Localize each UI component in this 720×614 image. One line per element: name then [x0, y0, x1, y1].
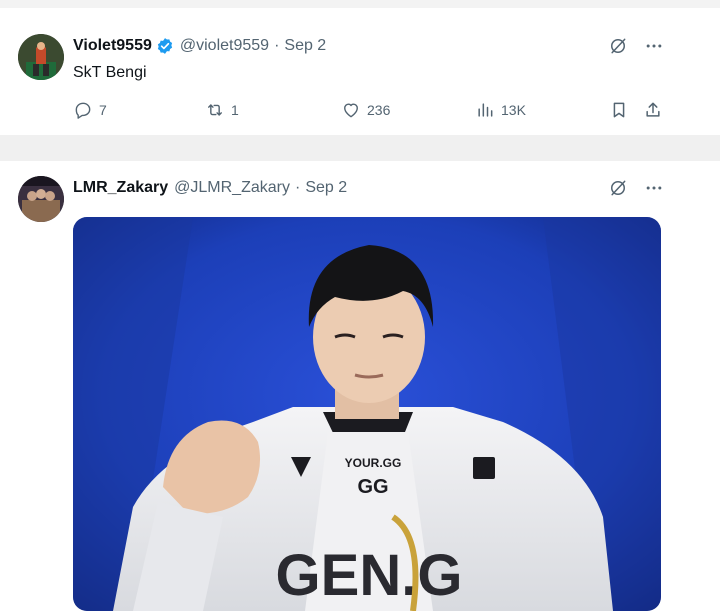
bookmark-icon — [613, 102, 625, 118]
tweet-header: LMR_Zakary @JLMR_Zakary · Sep 2 — [73, 178, 347, 198]
more-icon[interactable] — [644, 178, 664, 198]
tweet-lmr-zakary[interactable]: LMR_Zakary @JLMR_Zakary · Sep 2 GEN.G YO… — [0, 161, 680, 614]
handle[interactable]: @violet9559 — [180, 37, 269, 55]
reply-button[interactable]: 7 — [73, 100, 107, 120]
tweet-top-actions — [608, 36, 664, 56]
top-divider — [0, 0, 720, 8]
avatar[interactable] — [18, 176, 64, 222]
grok-icon[interactable] — [608, 178, 628, 198]
avatar-image — [18, 176, 64, 222]
tweet-text: SkT Bengi — [73, 64, 147, 81]
views-icon — [478, 103, 493, 117]
jersey-sponsor-text: GEN.G — [276, 543, 463, 608]
avatar-image — [18, 34, 64, 80]
player-photo: GEN.G YOUR.GG GG — [73, 217, 661, 611]
like-button[interactable]: 236 — [341, 100, 390, 120]
handle[interactable]: @JLMR_Zakary — [174, 179, 290, 197]
bookmark-button[interactable] — [609, 100, 629, 120]
grok-icon[interactable] — [608, 36, 628, 56]
tweet-violet9559[interactable]: Violet9559 @violet9559 · Sep 2 SkT Bengi… — [0, 8, 680, 135]
display-name[interactable]: LMR_Zakary — [73, 179, 168, 197]
avatar[interactable] — [18, 34, 64, 80]
separator-dot: · — [294, 179, 301, 196]
like-icon — [344, 103, 358, 118]
reply-count: 7 — [99, 102, 107, 118]
timestamp[interactable]: Sep 2 — [305, 179, 347, 197]
like-count: 236 — [367, 102, 391, 118]
tweet-header: Violet9559 @violet9559 · Sep 2 — [73, 36, 326, 56]
jersey-top-text: YOUR.GG — [345, 456, 402, 470]
separator-dot: · — [274, 37, 280, 54]
more-icon[interactable] — [644, 36, 664, 56]
share-button[interactable] — [643, 100, 663, 120]
jersey-logo-text: GG — [357, 476, 388, 498]
retweet-icon — [208, 104, 222, 116]
verified-badge-icon — [157, 38, 172, 54]
views-count: 13K — [501, 102, 526, 118]
retweet-count: 1 — [231, 102, 239, 118]
share-icon — [646, 102, 660, 117]
tweet-separator — [0, 135, 720, 161]
tweet-actions: 7 1 236 13K — [73, 100, 673, 120]
retweet-button[interactable]: 1 — [205, 100, 239, 120]
tweet-photo[interactable]: GEN.G YOUR.GG GG — [73, 217, 661, 611]
display-name[interactable]: Violet9559 — [73, 37, 152, 55]
tweet-top-actions — [608, 178, 664, 198]
views-button[interactable]: 13K — [475, 100, 526, 120]
timestamp[interactable]: Sep 2 — [284, 37, 326, 55]
reply-icon — [75, 102, 91, 119]
